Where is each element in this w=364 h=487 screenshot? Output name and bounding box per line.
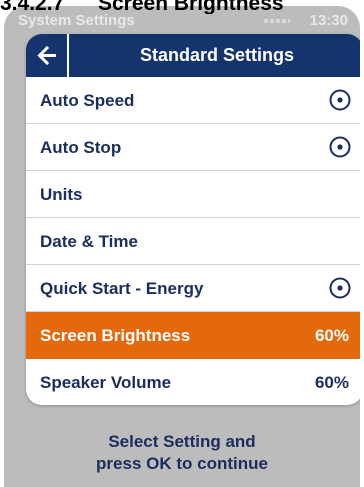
device-frame: System Settings 13:30 Standard Settings … <box>4 6 360 487</box>
status-bar-time: 13:30 <box>309 12 348 29</box>
menu-item-label: Auto Speed <box>40 91 135 110</box>
menu-item-label: Auto Stop <box>40 138 122 157</box>
radio-dot-icon <box>329 89 351 111</box>
menu-item-label: Screen Brightness <box>40 326 191 345</box>
page-title: Standard Settings <box>139 45 295 65</box>
menu-item-label: Date & Time <box>40 232 138 251</box>
menu-item-speaker-volume[interactable]: Speaker Volume 60% <box>26 359 360 405</box>
section-title: Screen Brightness <box>98 0 284 14</box>
settings-menu: Auto Speed Auto Stop Units Date & Time Q… <box>26 77 360 405</box>
menu-item-value: 60% <box>314 326 349 345</box>
menu-item-value: 60% <box>314 373 349 392</box>
menu-item-label: Units <box>40 185 83 204</box>
instruction-text: Select Setting and press OK to continue <box>4 431 360 475</box>
settings-panel: Standard Settings Auto Speed Auto Stop U… <box>26 34 360 405</box>
back-button[interactable] <box>26 34 69 77</box>
signal-icon <box>264 19 290 23</box>
panel-header: Standard Settings <box>26 34 360 77</box>
menu-item-screen-brightness[interactable]: Screen Brightness 60% <box>26 312 360 359</box>
document-section-heading: 3.4.2.7 Screen Brightness <box>0 0 364 14</box>
menu-item-quick-start-energy[interactable]: Quick Start - Energy <box>26 265 360 312</box>
radio-dot-icon <box>329 277 351 299</box>
section-number: 3.4.2.7 <box>0 0 65 14</box>
menu-item-label: Speaker Volume <box>40 373 172 392</box>
radio-dot-icon <box>329 136 351 158</box>
menu-item-date-time[interactable]: Date & Time <box>26 218 360 265</box>
menu-item-auto-stop[interactable]: Auto Stop <box>26 124 360 171</box>
menu-item-auto-speed[interactable]: Auto Speed <box>26 77 360 124</box>
status-bar-title: System Settings <box>18 12 135 29</box>
menu-item-units[interactable]: Units <box>26 171 360 218</box>
arrow-left-icon <box>37 46 56 65</box>
menu-item-label: Quick Start - Energy <box>40 279 204 298</box>
instruction-line-2: press OK to continue <box>96 454 268 473</box>
instruction-line-1: Select Setting and <box>108 432 256 451</box>
